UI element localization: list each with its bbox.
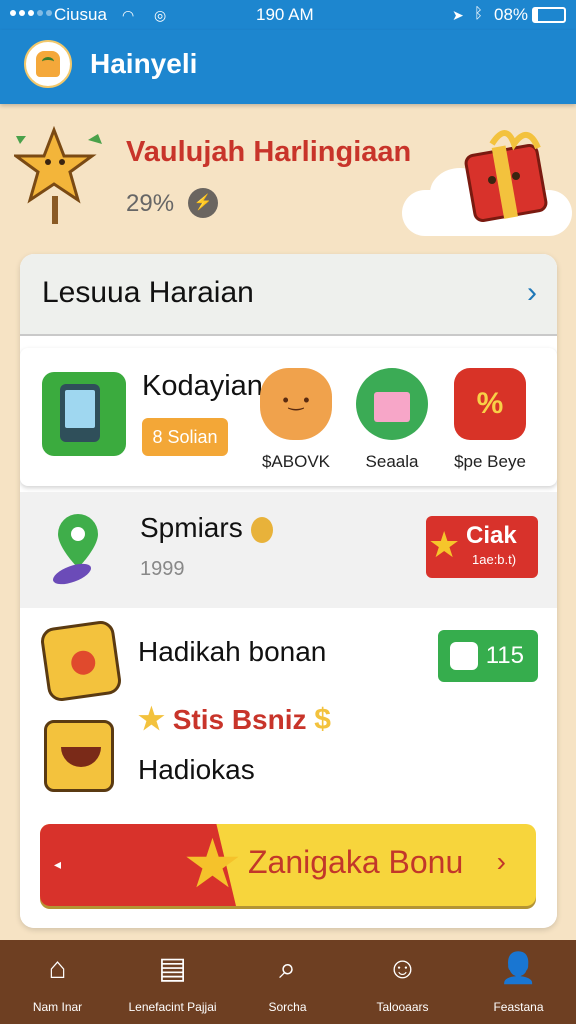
box-mascot-icon <box>44 720 114 792</box>
ticket-icon <box>450 642 478 670</box>
dot-icon: ◂ <box>54 856 62 872</box>
mascot-icon <box>260 368 332 440</box>
hero-title: Vaulujah Harlingiaan <box>126 136 412 168</box>
list-item-count: 1999 <box>140 558 185 580</box>
search-icon: ⌕ <box>279 952 296 985</box>
bag-icon <box>39 619 123 703</box>
bolt-icon: ⚡ <box>188 188 218 218</box>
shortcut-label: $pe Beye <box>454 452 526 471</box>
ticket-button[interactable]: 115 <box>438 630 538 682</box>
shortcut-item-1[interactable]: $ABOVK <box>256 368 336 472</box>
face-icon: ☺ <box>387 952 418 985</box>
mascot-icon <box>36 51 60 77</box>
nav-item-messages[interactable]: ☺ Talooaars <box>345 950 460 1014</box>
shortcut-label: Seaala <box>365 452 419 471</box>
nav-item-search[interactable]: ⌕ Sorcha <box>230 950 345 1014</box>
list-item: Spmiars 1999 ★ Ciak 1ae:b.t) <box>20 492 557 608</box>
home-icon: ⌂ <box>48 952 67 985</box>
featured-title: Kodayian <box>142 370 263 402</box>
featured-row: Kodayian 8 Solian $ABOVK Seaala % $pe Be… <box>20 348 557 486</box>
chevron-right-icon[interactable]: › <box>527 276 537 310</box>
bonus-title: Hadikah bonan <box>138 636 327 667</box>
nav-item-profile[interactable]: 👤 Feastana <box>461 950 576 1014</box>
news-icon: ▤ <box>158 952 187 985</box>
app-title: Hainyeli <box>90 48 198 79</box>
nav-label: Sorcha <box>268 1000 307 1014</box>
claim-bonus-button[interactable]: ◂ ★ Zanigaka Bonu › <box>40 824 536 906</box>
carrier-label: Ciusua <box>54 5 107 24</box>
shortcut-item-3[interactable]: % $pe Beye <box>450 368 530 472</box>
bottom-nav: ⌂ Nam Inar ▤ Lenefacint Pajjai ⌕ Sorcha … <box>0 940 576 1024</box>
claim-button-label: Ciak <box>466 522 517 549</box>
star-icon: ★ <box>138 703 165 736</box>
claim-bonus-label: Zanigaka Bonu <box>248 844 464 880</box>
bluetooth-icon: ᛒ <box>474 5 484 22</box>
nav-item-home[interactable]: ⌂ Nam Inar <box>0 950 115 1014</box>
app-header: Hainyeli <box>0 30 576 104</box>
battery-percent: 08% <box>494 5 529 24</box>
coin-icon: $ <box>314 703 331 736</box>
bonus-section: Hadikah bonan 115 ★ Stis Bsniz $ Hadioka… <box>20 610 557 928</box>
phone-icon[interactable] <box>42 372 126 456</box>
avatar[interactable] <box>24 40 72 88</box>
card-title: Lesuua Haraian <box>42 276 254 309</box>
gift-mascot-icon[interactable] <box>462 120 558 226</box>
map-pin-icon <box>53 514 98 585</box>
signal-icon <box>10 10 52 16</box>
status-bar: Ciusua ◠ ◎ 190 AM ➤ ᛒ 08% <box>0 0 576 30</box>
location-icon: ➤ <box>452 7 464 23</box>
nav-label: Talooaars <box>376 1000 429 1014</box>
clock: 190 AM <box>256 5 314 24</box>
data-icon: ◎ <box>154 7 167 23</box>
bonus-highlight: ★ Stis Bsniz $ <box>138 703 331 736</box>
user-icon: 👤 <box>499 952 538 985</box>
hero-progress-percent: 29% <box>126 190 175 217</box>
wifi-icon: ◠ <box>122 7 135 23</box>
claim-button[interactable]: ★ Ciak 1ae:b.t) <box>426 516 538 578</box>
list-item-title: Spmiars <box>140 512 273 544</box>
gift-icon <box>356 368 428 440</box>
shortcut-label: $ABOVK <box>261 452 331 471</box>
promo-icon: % <box>454 368 526 440</box>
star-icon: ★ <box>428 524 461 565</box>
card-header[interactable]: Lesuua Haraian › <box>20 254 557 336</box>
hero-banner: Vaulujah Harlingiaan 29% ⚡ <box>0 104 576 244</box>
battery-icon <box>532 7 566 23</box>
star-mascot-icon <box>14 126 102 224</box>
bonus-subtitle: Hadiokas <box>138 754 255 785</box>
nav-item-news[interactable]: ▤ Lenefacint Pajjai <box>115 950 230 1014</box>
nav-label: Lenefacint Pajjai <box>128 1000 217 1014</box>
nav-label: Feastana <box>493 1000 544 1014</box>
claim-button-sub: 1ae:b.t) <box>472 552 517 567</box>
shortcut-item-2[interactable]: Seaala <box>352 368 432 472</box>
main-card: Lesuua Haraian › Kodayian 8 Solian $ABOV… <box>20 254 557 928</box>
coin-icon <box>250 516 273 543</box>
nav-label: Nam Inar <box>32 1000 83 1014</box>
star-icon: ★ <box>182 826 243 902</box>
chevron-right-icon: › <box>496 846 506 877</box>
featured-button[interactable]: 8 Solian <box>142 418 228 456</box>
